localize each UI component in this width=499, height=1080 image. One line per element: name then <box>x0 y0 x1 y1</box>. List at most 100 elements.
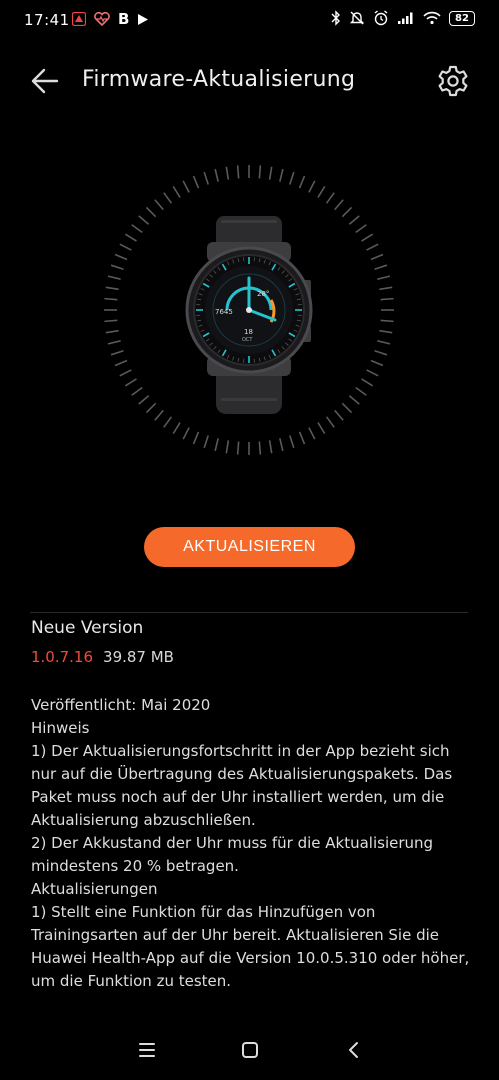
ring-tick <box>341 206 353 218</box>
b-app-icon: B <box>118 10 130 28</box>
menu-icon[interactable] <box>135 1038 159 1062</box>
ring-tick <box>258 441 262 455</box>
ring-tick <box>107 275 121 280</box>
ring-tick <box>268 440 273 454</box>
update-item-1: 1) Stellt eine Funktion für das Hinzufüg… <box>31 903 470 990</box>
watch-image: 28° 7645 18 OCT <box>104 165 394 455</box>
ring-tick <box>110 264 124 270</box>
version-number: 1.0.7.16 <box>31 648 94 666</box>
ring-tick <box>124 233 137 242</box>
back-button[interactable] <box>28 64 62 98</box>
bluetooth-icon <box>331 10 340 26</box>
ring-tick <box>298 175 306 189</box>
ring-tick <box>325 416 335 428</box>
ring-tick <box>145 402 157 414</box>
ring-tick <box>308 180 316 193</box>
status-bar: 17:41 B 82 <box>0 0 499 40</box>
status-time: 17:41 <box>24 11 70 29</box>
ring-tick <box>279 438 284 452</box>
ring-tick <box>308 427 316 440</box>
ring-tick <box>163 192 173 204</box>
ring-tick <box>104 319 118 323</box>
ring-tick <box>182 180 190 193</box>
updates-heading: Aktualisierungen <box>31 880 158 898</box>
ring-tick <box>119 369 132 377</box>
home-square-icon[interactable] <box>238 1038 262 1062</box>
ring-tick <box>131 386 143 396</box>
ring-tick <box>138 215 150 225</box>
ring-tick <box>258 165 262 179</box>
ring-tick <box>105 286 119 291</box>
ring-tick <box>374 264 388 270</box>
ring-tick <box>298 431 306 445</box>
ring-tick <box>225 440 230 454</box>
ring-tick <box>348 215 360 225</box>
ring-tick <box>124 378 137 387</box>
ring-tick <box>370 359 384 367</box>
ring-tick <box>379 286 393 291</box>
ring-tick <box>317 422 326 435</box>
ring-tick <box>114 253 128 261</box>
ring-tick <box>377 340 391 345</box>
watch-steps: 7645 <box>215 308 233 316</box>
ring-tick <box>361 233 374 242</box>
ring-tick <box>154 409 164 421</box>
watch-illustration: 28° 7645 18 OCT <box>0 150 499 480</box>
back-chevron-icon[interactable] <box>342 1038 366 1062</box>
ring-tick <box>334 409 344 421</box>
app-header: Firmware-Aktualisierung <box>0 50 499 110</box>
ring-tick <box>114 359 128 367</box>
ring-tick <box>163 416 173 428</box>
status-right-icons: 82 <box>331 10 475 26</box>
ring-tick <box>289 435 295 449</box>
ring-tick <box>355 386 367 396</box>
version-size: 39.87 MB <box>103 648 174 666</box>
ring-tick <box>214 438 219 452</box>
divider <box>30 612 468 613</box>
hint-heading: Hinweis <box>31 719 90 737</box>
ring-tick <box>366 369 379 377</box>
ring-tick <box>380 297 394 301</box>
hint-item-2: 2) Der Akkustand der Uhr muss für die Ak… <box>31 834 434 875</box>
signal-icon <box>398 12 413 24</box>
ring-tick <box>107 340 121 345</box>
new-version-title: Neue Version <box>31 618 144 638</box>
alarm-icon <box>374 10 388 26</box>
watch-temp: 28° <box>257 290 269 298</box>
ring-tick <box>379 329 393 334</box>
ring-tick <box>145 206 157 218</box>
ring-tick <box>268 166 273 180</box>
health-heart-icon <box>94 12 110 26</box>
ring-tick <box>236 165 240 179</box>
update-button[interactable]: AKTUALISIEREN <box>144 527 355 567</box>
release-notes: Veröffentlicht: Mai 2020 Hinweis 1) Der … <box>31 694 471 993</box>
ring-tick <box>105 329 119 334</box>
ring-tick <box>131 224 143 234</box>
ring-tick <box>214 168 219 182</box>
settings-button[interactable] <box>436 64 470 98</box>
huawei-icon <box>72 12 86 26</box>
hint-item-1: 1) Der Aktualisierungsfortschritt in der… <box>31 742 453 829</box>
ring-tick <box>325 192 335 204</box>
page-title: Firmware-Aktualisierung <box>82 67 356 92</box>
ring-tick <box>110 350 124 356</box>
watch-date-num: 18 <box>244 328 253 336</box>
ring-tick <box>236 441 240 455</box>
status-left-icons: B <box>72 10 149 28</box>
ring-tick <box>182 427 190 440</box>
ring-tick <box>361 378 374 387</box>
ring-tick <box>225 166 230 180</box>
ring-tick <box>279 168 284 182</box>
ring-tick <box>192 431 200 445</box>
new-version-section: Neue Version 1.0.7.16 39.87 MB <box>31 616 471 666</box>
ring-tick <box>203 171 209 185</box>
published-date: Veröffentlicht: Mai 2020 <box>31 696 211 714</box>
play-icon <box>138 13 149 25</box>
gear-icon <box>438 65 468 97</box>
ring-tick <box>289 171 295 185</box>
ring-tick <box>154 199 164 211</box>
ring-tick <box>348 395 360 405</box>
ring-tick <box>192 175 200 189</box>
ring-tick <box>104 297 118 301</box>
system-nav-bar <box>0 1020 499 1080</box>
